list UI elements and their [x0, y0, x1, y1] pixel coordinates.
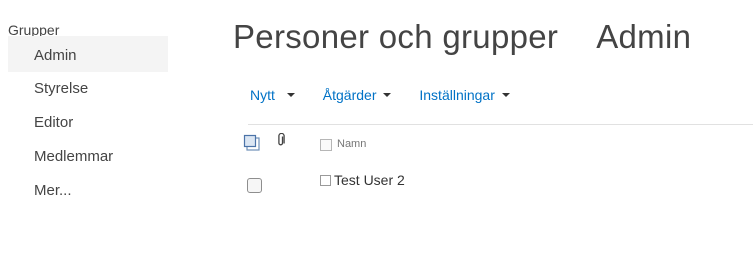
attachment-paperclip-icon[interactable]	[276, 132, 286, 150]
sidebar-item-styrelse[interactable]: Styrelse	[8, 72, 168, 106]
new-menu-chevron-down-icon	[286, 93, 295, 98]
list-column-header: Namn	[243, 132, 743, 156]
sidebar-item-medlemmar[interactable]: Medlemmar	[8, 140, 168, 174]
actions-menu-label: Åtgärder	[322, 87, 377, 103]
list-toolbar: Nytt Åtgärder Inställningar	[250, 87, 534, 107]
settings-menu-label: Inställningar	[419, 87, 495, 103]
actions-menu-chevron-down-icon	[383, 93, 392, 98]
main-content: Personer och grupper Admin Nytt Åtgärder …	[233, 0, 753, 259]
sidebar-group-list: Admin Styrelse Editor Medlemmar Mer...	[8, 36, 168, 208]
sidebar-item-editor[interactable]: Editor	[8, 106, 168, 140]
settings-menu[interactable]: Inställningar	[419, 87, 510, 103]
row-name-link[interactable]: Test User 2	[334, 172, 405, 188]
row-select-checkbox[interactable]	[247, 178, 262, 193]
toolbar-divider	[248, 124, 753, 125]
page-title-group-name: Admin	[596, 18, 692, 55]
table-row[interactable]: Test User 2	[243, 172, 743, 198]
new-menu[interactable]: Nytt	[250, 87, 295, 103]
actions-menu[interactable]: Åtgärder	[323, 87, 392, 103]
settings-menu-chevron-down-icon	[501, 93, 510, 98]
sidebar-item-more[interactable]: Mer...	[8, 174, 168, 208]
row-item-checkbox[interactable]	[320, 175, 331, 186]
column-header-name[interactable]: Namn	[337, 138, 366, 150]
page-title-text: Personer och grupper	[233, 18, 559, 55]
sidebar-item-admin[interactable]: Admin	[8, 36, 168, 72]
new-menu-label: Nytt	[250, 87, 275, 103]
page-title: Personer och grupper Admin	[233, 18, 691, 56]
quick-launch-sidebar: Grupper Admin Styrelse Editor Medlemmar …	[0, 0, 185, 259]
select-all-checkbox[interactable]	[320, 139, 332, 151]
document-type-icon[interactable]	[243, 134, 261, 152]
